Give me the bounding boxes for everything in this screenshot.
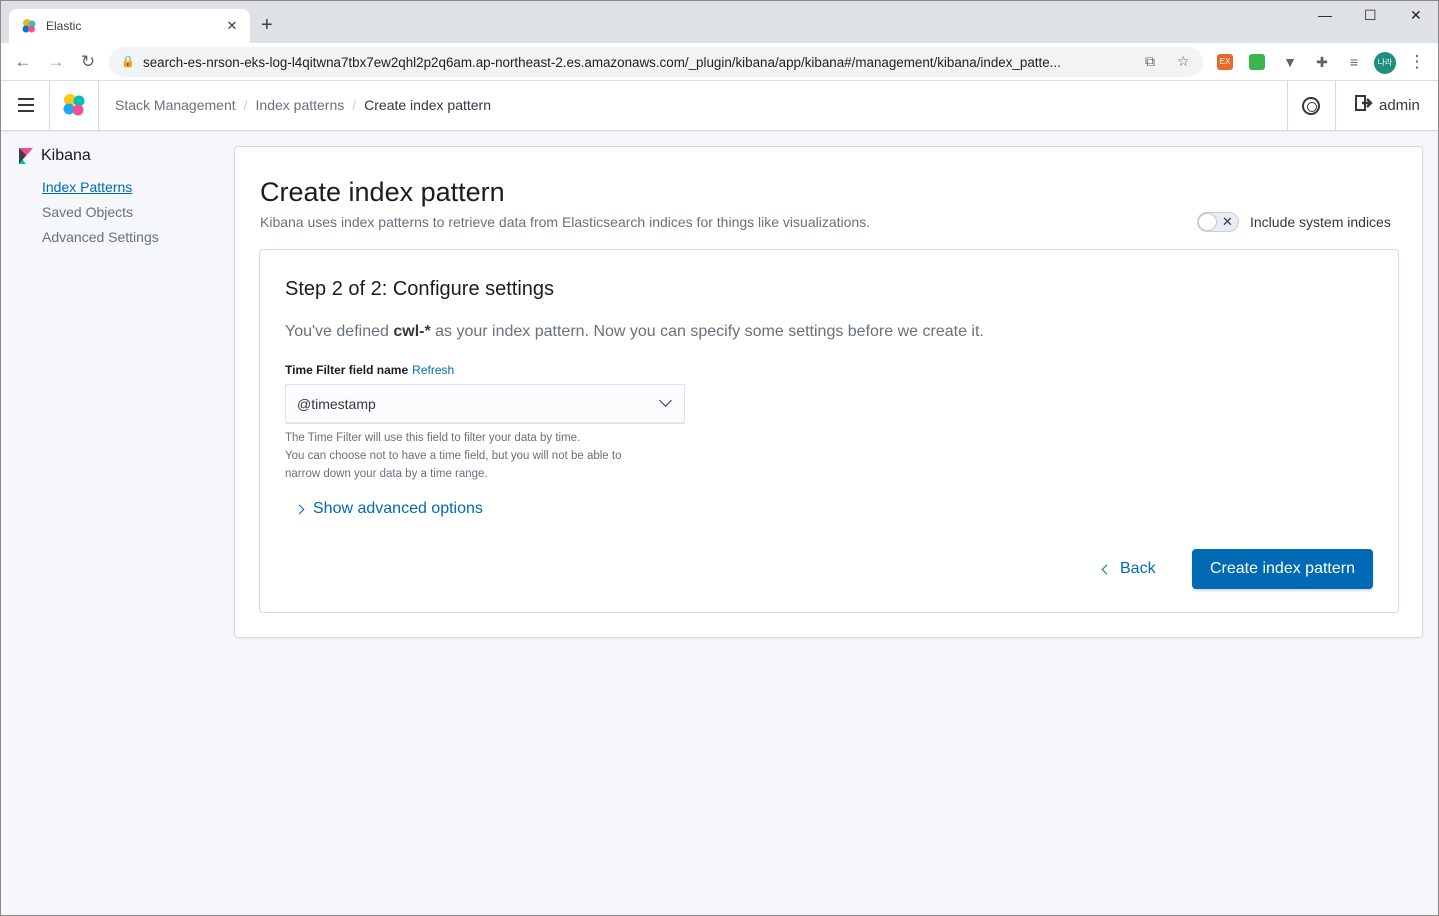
sidebar-item-advanced-settings[interactable]: Advanced Settings: [42, 225, 159, 250]
time-field-select[interactable]: @timestamp: [285, 384, 685, 424]
help-lifebuoy-icon[interactable]: [1302, 97, 1320, 115]
ex-extension-icon[interactable]: EX: [1217, 54, 1233, 70]
translate-icon[interactable]: ⧉: [1145, 53, 1155, 70]
green-extension-icon[interactable]: [1249, 54, 1265, 70]
toggle-off-x-icon: ✕: [1222, 214, 1233, 229]
url-text: search-es-nrson-eks-log-l4qitwna7tbx7ew2…: [143, 54, 1061, 70]
new-tab-icon[interactable]: +: [261, 14, 273, 36]
tab-title: Elastic: [46, 19, 82, 33]
minimize-icon[interactable]: —: [1318, 7, 1332, 23]
configure-settings-panel: Step 2 of 2: Configure settings You've d…: [259, 249, 1399, 613]
browser-tab[interactable]: Elastic ✕: [9, 9, 250, 43]
kibana-header: Stack Management / Index patterns / Crea…: [1, 81, 1438, 131]
forward-arrow-icon[interactable]: →: [46, 52, 66, 72]
reload-icon[interactable]: ↻: [78, 52, 98, 72]
kibana-icon: [19, 148, 33, 164]
tab-close-icon[interactable]: ✕: [224, 18, 240, 34]
refresh-link[interactable]: Refresh: [412, 363, 454, 377]
sidebar-item-index-patterns[interactable]: Index Patterns: [42, 175, 159, 200]
browser-tab-strip: Elastic ✕ + — ☐ ✕: [1, 1, 1438, 43]
time-field-label: Time Filter field name Refresh: [285, 363, 455, 377]
logout-icon: [1355, 95, 1373, 115]
show-advanced-options-button[interactable]: Show advanced options: [294, 500, 483, 518]
page-title: Create index pattern: [260, 177, 505, 207]
chrome-menu-icon[interactable]: ⋮: [1407, 52, 1427, 72]
puzzle-extensions-icon[interactable]: ✚: [1312, 52, 1332, 72]
breadcrumb: Stack Management / Index patterns / Crea…: [115, 97, 491, 113]
maximize-icon[interactable]: ☐: [1364, 7, 1377, 24]
chevron-left-icon: [1101, 564, 1112, 574]
sidebar-title: Kibana: [19, 147, 159, 165]
management-sidebar: Kibana Index Patterns Saved Objects Adva…: [19, 147, 159, 250]
elastic-favicon-icon: [21, 18, 37, 34]
profile-avatar[interactable]: 나라: [1374, 52, 1396, 74]
breadcrumb-stack-management[interactable]: Stack Management: [115, 97, 236, 113]
create-index-pattern-button[interactable]: Create index pattern: [1192, 549, 1373, 589]
breadcrumb-current: Create index pattern: [364, 97, 491, 113]
sidebar-item-saved-objects[interactable]: Saved Objects: [42, 200, 159, 225]
defined-pattern-text: You've defined cwl-* as your index patte…: [285, 323, 984, 340]
username: admin: [1379, 96, 1420, 114]
vue-extension-icon[interactable]: ▼: [1280, 52, 1300, 72]
toggle-label: Include system indices: [1250, 214, 1391, 230]
main-panel: Create index pattern Kibana uses index p…: [234, 146, 1423, 638]
back-arrow-icon[interactable]: ←: [13, 52, 33, 72]
chevron-right-icon: [294, 504, 305, 514]
page-subtitle: Kibana uses index patterns to retrieve d…: [260, 214, 871, 230]
breadcrumb-index-patterns[interactable]: Index patterns: [256, 97, 345, 113]
user-menu[interactable]: admin: [1355, 95, 1420, 115]
select-value: @timestamp: [297, 396, 376, 412]
address-bar[interactable]: 🔒 search-es-nrson-eks-log-l4qitwna7tbx7e…: [109, 47, 1203, 77]
step-title: Step 2 of 2: Configure settings: [285, 278, 555, 300]
lock-icon: 🔒: [121, 56, 135, 68]
elastic-logo-icon[interactable]: [61, 93, 87, 117]
toggle-switch[interactable]: ✕: [1197, 212, 1239, 232]
index-pattern-name: cwl-*: [393, 323, 431, 340]
browser-toolbar: ← → ↻ 🔒 search-es-nrson-eks-log-l4qitwna…: [1, 43, 1438, 81]
chevron-down-icon: [659, 394, 672, 407]
back-button[interactable]: Back: [1101, 560, 1156, 578]
include-system-indices-toggle[interactable]: ✕ Include system indices: [1197, 212, 1391, 232]
media-queue-icon[interactable]: ≡: [1344, 52, 1364, 72]
hamburger-menu-icon[interactable]: [18, 98, 34, 112]
window-close-icon[interactable]: ✕: [1410, 7, 1422, 24]
time-field-help-text: The Time Filter will use this field to f…: [285, 432, 622, 480]
bookmark-star-icon[interactable]: ☆: [1177, 53, 1190, 70]
